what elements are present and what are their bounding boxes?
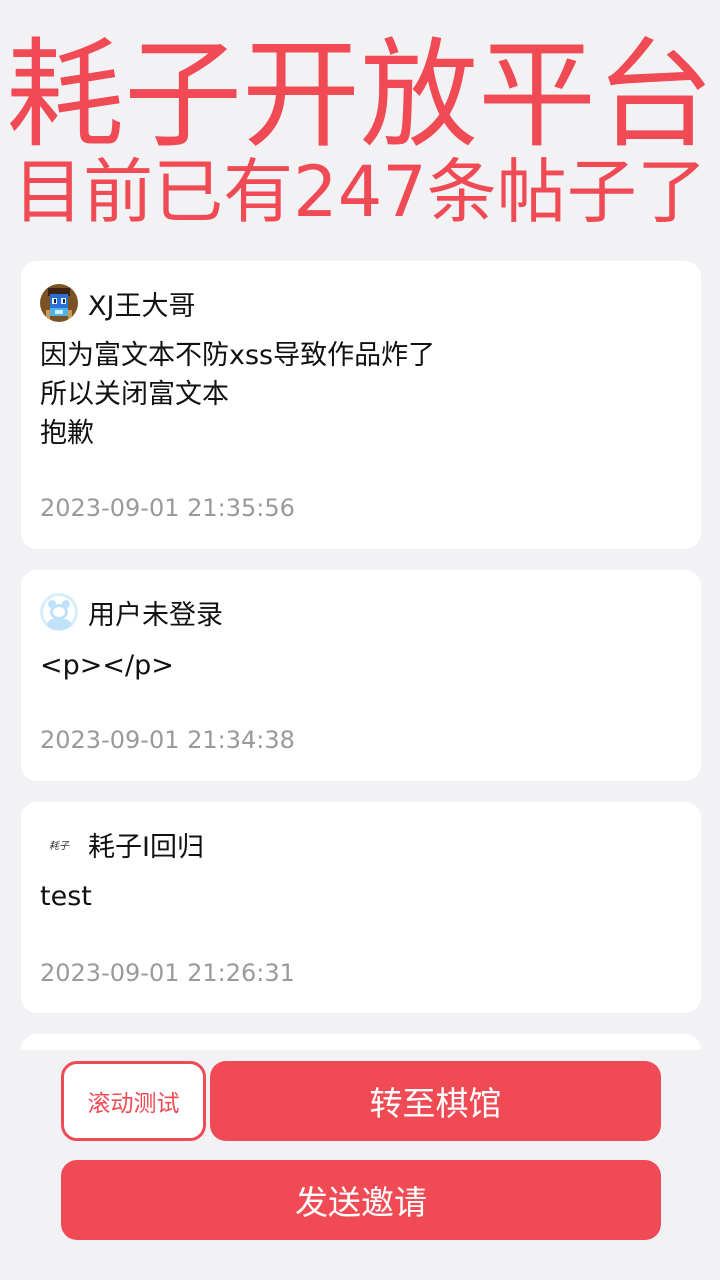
post-author[interactable]: XJ王大哥 (88, 284, 195, 323)
post-content-line: 抱歉 (40, 418, 94, 449)
post-count-subtitle: 目前已有247条帖子了 (13, 151, 707, 233)
post-content-line: 因为富文本不防xss导致作品炸了 (40, 340, 436, 371)
post-card[interactable]: XJ王大哥 因为富文本不防xss导致作品炸了 所以关闭富文本 抱歉 2023-0… (21, 261, 701, 549)
post-header: 用户未登录 (40, 592, 223, 632)
post-timestamp: 2023-09-01 21:34:38 (40, 726, 295, 754)
post-card[interactable]: 用户未登录 <p></p> 2023-09-01 21:34:38 (21, 570, 701, 781)
post-content: <p></p> (40, 646, 174, 685)
post-card[interactable]: 耗子 耗子I回归 test 2023-09-01 21:26:31 (21, 802, 701, 1013)
post-content: 因为富文本不防xss导致作品炸了 所以关闭富文本 抱歉 (40, 336, 435, 453)
post-timestamp: 2023-09-01 21:26:31 (40, 959, 295, 987)
post-content-line: <p></p> (40, 650, 174, 681)
default-user-avatar-icon[interactable] (40, 593, 78, 631)
avatar-logo-text: 耗子 (49, 840, 69, 852)
pixel-character-avatar-icon[interactable] (40, 284, 78, 322)
scroll-test-button[interactable]: 滚动测试 (61, 1061, 206, 1141)
post-header: XJ王大哥 (40, 283, 195, 323)
send-invite-button[interactable]: 发送邀请 (61, 1160, 661, 1240)
post-content-line: test (40, 881, 92, 912)
go-to-chess-hall-button[interactable]: 转至棋馆 (210, 1061, 661, 1141)
post-timestamp: 2023-09-01 21:35:56 (40, 494, 295, 522)
post-feed[interactable]: XJ王大哥 因为富文本不防xss导致作品炸了 所以关闭富文本 抱歉 2023-0… (21, 261, 701, 1050)
post-content: test (40, 877, 92, 916)
post-author[interactable]: 用户未登录 (88, 593, 223, 632)
page: 耗子开放平台 目前已有247条帖子了 XJ王大哥 因为富文本不防xss导致作品炸… (0, 0, 720, 1280)
page-title: 耗子开放平台 (5, 26, 714, 164)
post-author[interactable]: 耗子I回归 (88, 825, 204, 864)
logo-avatar-icon[interactable]: 耗子 (40, 825, 78, 863)
post-card[interactable] (21, 1034, 701, 1050)
post-content-line: 所以关闭富文本 (40, 379, 229, 410)
post-header: 耗子 耗子I回归 (40, 824, 204, 864)
